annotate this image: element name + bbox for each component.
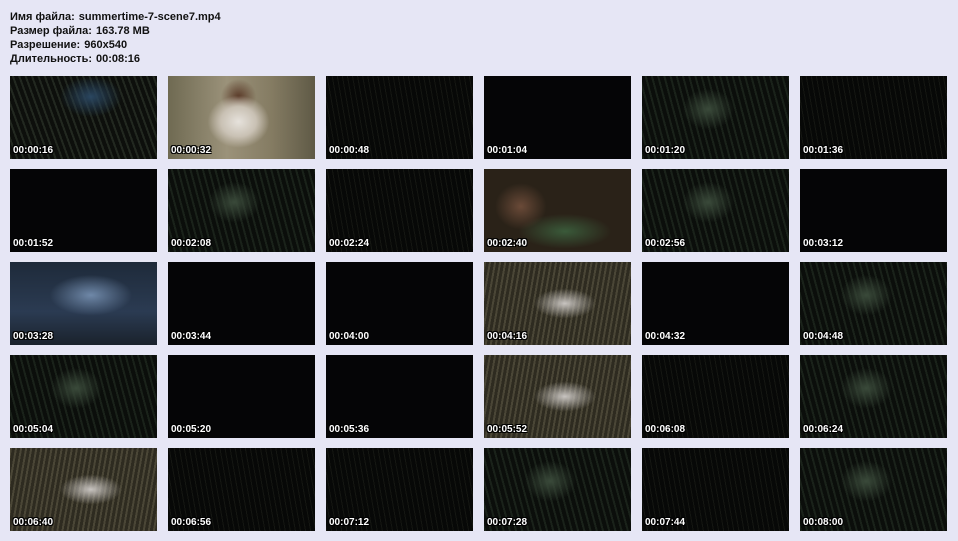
file-size-row: Размер файла: 163.78 MB [10,24,221,38]
thumbnail-tile[interactable]: 00:01:52 [10,169,157,252]
thumbnail-tile[interactable]: 00:00:48 [326,76,473,159]
thumbnail-tile[interactable]: 00:02:56 [642,169,789,252]
resolution-row: Разрешение: 960x540 [10,38,221,52]
thumbnail-timestamp: 00:06:08 [645,424,686,435]
thumbnail-tile[interactable]: 00:01:36 [800,76,947,159]
thumbnail-timestamp: 00:02:24 [329,238,370,249]
thumbnail-tile[interactable]: 00:02:40 [484,169,631,252]
file-size-label: Размер файла: [10,25,92,37]
thumbnail-timestamp: 00:05:36 [329,424,370,435]
thumbnail-timestamp: 00:00:16 [13,145,54,156]
thumbnail-timestamp: 00:05:52 [487,424,528,435]
thumbnail-tile[interactable]: 00:07:28 [484,448,631,531]
thumbnail-tile[interactable]: 00:02:24 [326,169,473,252]
thumbnail-timestamp: 00:03:12 [803,238,844,249]
thumbnail-tile[interactable]: 00:01:04 [484,76,631,159]
thumbnail-timestamp: 00:02:56 [645,238,686,249]
thumbnail-tile[interactable]: 00:05:52 [484,355,631,438]
thumbnail-tile[interactable]: 00:03:44 [168,262,315,345]
thumbnail-tile[interactable]: 00:06:08 [642,355,789,438]
file-size-value: 163.78 MB [95,25,150,37]
thumbnail-tile[interactable]: 00:00:16 [10,76,157,159]
thumbnail-tile[interactable]: 00:06:56 [168,448,315,531]
thumbnail-tile[interactable]: 00:05:36 [326,355,473,438]
resolution-label: Разрешение: [10,39,81,51]
thumbnail-timestamp: 00:06:24 [803,424,844,435]
thumbnail-timestamp: 00:08:00 [803,517,844,528]
file-name-label: Имя файла: [10,11,75,23]
thumbnail-timestamp: 00:04:48 [803,331,844,342]
thumbnail-timestamp: 00:02:40 [487,238,528,249]
thumbnail-timestamp: 00:07:44 [645,517,686,528]
thumbnail-timestamp: 00:07:12 [329,517,370,528]
thumbnail-timestamp: 00:05:20 [171,424,212,435]
thumbnail-tile[interactable]: 00:03:12 [800,169,947,252]
thumbnail-timestamp: 00:05:04 [13,424,54,435]
thumbnail-timestamp: 00:03:28 [13,331,54,342]
thumbnail-grid: 00:00:16 00:00:32 00:00:48 00:01:04 00:01:20… [10,76,947,531]
thumbnail-timestamp: 00:01:04 [487,145,528,156]
thumbnail-tile[interactable]: 00:07:44 [642,448,789,531]
thumbnail-timestamp: 00:00:48 [329,145,370,156]
thumbnail-tile[interactable]: 00:05:20 [168,355,315,438]
thumbnail-timestamp: 00:01:52 [13,238,54,249]
thumbnail-timestamp: 00:07:28 [487,517,528,528]
duration-label: Длительность: [10,53,92,65]
file-name-row: Имя файла: summertime-7-scene7.mp4 [10,10,221,24]
thumbnail-tile[interactable]: 00:06:40 [10,448,157,531]
file-info-header: Имя файла: summertime-7-scene7.mp4 Разме… [10,10,221,66]
thumbnail-tile[interactable]: 00:08:00 [800,448,947,531]
thumbnail-timestamp: 00:02:08 [171,238,212,249]
thumbnail-timestamp: 00:01:36 [803,145,844,156]
thumbnail-timestamp: 00:04:32 [645,331,686,342]
thumbnail-tile[interactable]: 00:04:32 [642,262,789,345]
thumbnail-tile[interactable]: 00:03:28 [10,262,157,345]
duration-row: Длительность: 00:08:16 [10,52,221,66]
thumbnail-tile[interactable]: 00:04:16 [484,262,631,345]
thumbnail-timestamp: 00:06:56 [171,517,212,528]
file-name-value: summertime-7-scene7.mp4 [78,11,221,23]
thumbnail-tile[interactable]: 00:05:04 [10,355,157,438]
thumbnail-tile[interactable]: 00:04:48 [800,262,947,345]
thumbnail-tile[interactable]: 00:01:20 [642,76,789,159]
thumbnail-tile[interactable]: 00:04:00 [326,262,473,345]
thumbnail-timestamp: 00:00:32 [171,145,212,156]
thumbnail-tile[interactable]: 00:02:08 [168,169,315,252]
thumbnail-timestamp: 00:04:16 [487,331,528,342]
thumbnail-timestamp: 00:01:20 [645,145,686,156]
thumbnail-tile[interactable]: 00:07:12 [326,448,473,531]
resolution-value: 960x540 [84,39,128,51]
thumbnail-tile[interactable]: 00:06:24 [800,355,947,438]
thumbnail-timestamp: 00:06:40 [13,517,54,528]
thumbnail-timestamp: 00:03:44 [171,331,212,342]
duration-value: 00:08:16 [96,53,141,65]
thumbnail-timestamp: 00:04:00 [329,331,370,342]
thumbnail-tile[interactable]: 00:00:32 [168,76,315,159]
